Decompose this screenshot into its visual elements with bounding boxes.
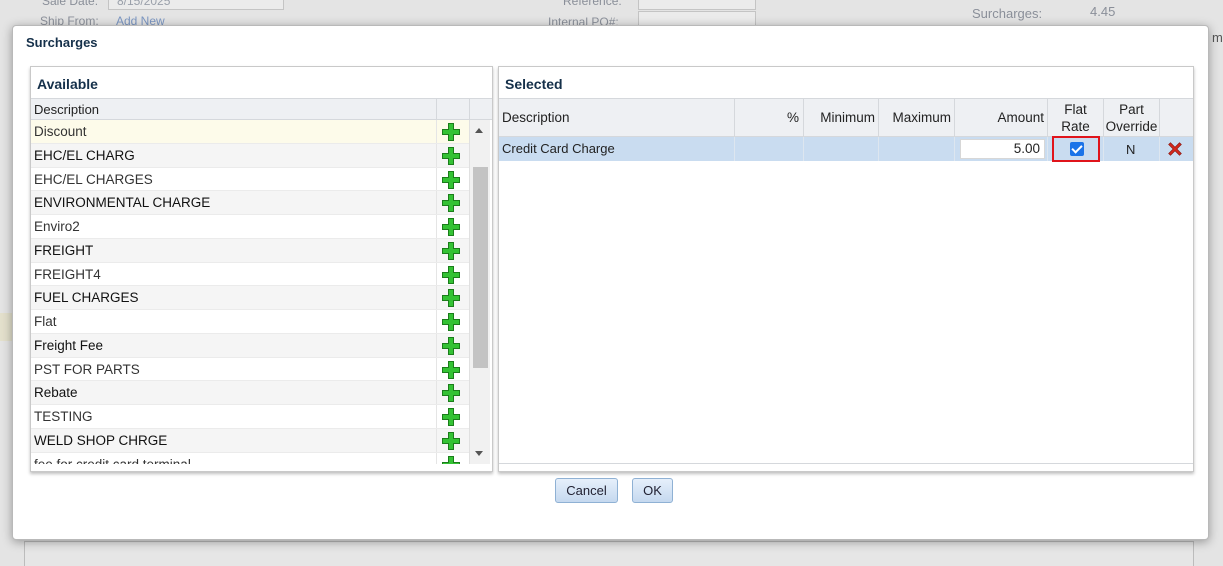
- available-list-item[interactable]: Discount: [31, 120, 469, 144]
- available-scrollbar[interactable]: [469, 120, 490, 464]
- add-plus-icon[interactable]: [441, 217, 461, 237]
- selected-row-description: Credit Card Charge: [502, 141, 615, 156]
- surcharges-dialog: Surcharges Available Description Discoun…: [12, 25, 1209, 540]
- available-list-item[interactable]: Rebate: [31, 381, 469, 405]
- delete-icon[interactable]: [1166, 140, 1184, 158]
- scrollbar-thumb[interactable]: [473, 167, 488, 368]
- available-panel-title: Available: [37, 76, 98, 92]
- available-column-description[interactable]: Description: [34, 102, 99, 117]
- available-list-item[interactable]: PST FOR PARTS: [31, 357, 469, 382]
- available-list-item[interactable]: WELD SHOP CHRGE: [31, 428, 469, 453]
- add-plus-icon[interactable]: [441, 241, 461, 261]
- add-plus-icon[interactable]: [441, 265, 461, 285]
- available-item-label: EHC/EL CHARGES: [34, 171, 153, 187]
- available-item-label: fee for credit card terminal: [34, 456, 191, 465]
- amount-input[interactable]: 5.00: [960, 139, 1045, 159]
- add-plus-icon[interactable]: [441, 193, 461, 213]
- add-plus-icon[interactable]: [441, 170, 461, 190]
- add-plus-icon[interactable]: [441, 336, 461, 356]
- column-amount[interactable]: Amount: [955, 99, 1048, 137]
- available-panel: Available Description Discount EHC/EL CHA…: [30, 66, 493, 472]
- available-item-label: Discount: [34, 124, 87, 139]
- column-delete: [1160, 99, 1193, 137]
- available-item-label: Flat: [34, 314, 57, 329]
- available-item-label: TESTING: [34, 409, 93, 424]
- add-plus-icon[interactable]: [441, 431, 461, 451]
- add-plus-icon[interactable]: [441, 122, 461, 142]
- selected-row[interactable]: Credit Card Charge 5.00 N: [499, 136, 1193, 162]
- column-percent[interactable]: %: [735, 99, 804, 137]
- column-part-override[interactable]: Part Override: [1104, 99, 1160, 137]
- available-item-label: ENVIRONMENTAL CHARGE: [34, 195, 211, 211]
- add-plus-icon[interactable]: [441, 360, 461, 380]
- flat-rate-highlight: [1052, 136, 1100, 162]
- add-plus-icon[interactable]: [441, 288, 461, 308]
- column-minimum[interactable]: Minimum: [804, 99, 879, 137]
- available-list-item[interactable]: Freight Fee: [31, 333, 469, 358]
- column-flat-rate[interactable]: Flat Rate: [1048, 99, 1104, 137]
- available-table-header: Description: [31, 98, 492, 120]
- available-item-label: EHC/EL CHARG: [34, 147, 135, 163]
- available-list-item[interactable]: ENVIRONMENTAL CHARGE: [31, 191, 469, 215]
- add-plus-icon[interactable]: [441, 455, 461, 465]
- scroll-down-arrow-icon[interactable]: [475, 451, 483, 456]
- add-plus-icon[interactable]: [441, 407, 461, 427]
- bg-sale-date-label: Sale Date:: [42, 0, 99, 8]
- ok-button[interactable]: OK: [632, 478, 673, 503]
- available-list-item[interactable]: Enviro2: [31, 215, 469, 239]
- flat-rate-checkbox[interactable]: [1070, 142, 1084, 156]
- bg-reference-field: [638, 0, 756, 10]
- available-item-label: PST FOR PARTS: [34, 361, 140, 377]
- available-item-label: FUEL CHARGES: [34, 290, 139, 306]
- selected-panel: Selected Description % Minimum Maximum A…: [498, 66, 1194, 472]
- selected-table-header: Description % Minimum Maximum Amount Fla…: [499, 98, 1193, 137]
- available-list-item[interactable]: FREIGHT4: [31, 262, 469, 287]
- scroll-up-arrow-icon[interactable]: [475, 128, 483, 133]
- dialog-title: Surcharges: [26, 35, 98, 50]
- bg-sale-date-field: 8/15/2025: [108, 0, 284, 10]
- column-description[interactable]: Description: [499, 99, 735, 137]
- selected-panel-title: Selected: [505, 76, 563, 92]
- add-plus-icon[interactable]: [441, 146, 461, 166]
- available-item-label: Enviro2: [34, 219, 80, 234]
- available-item-label: Freight Fee: [34, 337, 104, 353]
- bg-reference-label: Reference:: [563, 0, 622, 8]
- cancel-button[interactable]: Cancel: [555, 478, 618, 503]
- available-list-item[interactable]: fee for credit card terminal: [31, 452, 469, 465]
- selected-table-bottom-border: [499, 463, 1193, 464]
- available-item-label: FREIGHT: [34, 242, 94, 258]
- bg-surcharges-value: 4.45: [1090, 4, 1116, 19]
- available-list-item[interactable]: FUEL CHARGES: [31, 286, 469, 310]
- available-list-item[interactable]: Flat: [31, 310, 469, 334]
- add-plus-icon[interactable]: [441, 383, 461, 403]
- bg-right-edge-text: m: [1212, 30, 1223, 45]
- available-item-label: Rebate: [34, 385, 78, 401]
- available-item-label: FREIGHT4: [34, 266, 101, 282]
- available-list: Discount EHC/EL CHARG EHC/EL CHARGES ENVIRO…: [31, 120, 469, 464]
- available-list-item[interactable]: TESTING: [31, 405, 469, 429]
- column-maximum[interactable]: Maximum: [879, 99, 955, 137]
- part-override-value: N: [1126, 142, 1136, 157]
- available-list-item[interactable]: FREIGHT: [31, 238, 469, 263]
- available-item-label: WELD SHOP CHRGE: [34, 432, 168, 448]
- available-list-item[interactable]: EHC/EL CHARG: [31, 143, 469, 168]
- add-plus-icon[interactable]: [441, 312, 461, 332]
- bg-bottom-panel: [24, 541, 1194, 566]
- bg-surcharges-label: Surcharges:: [972, 6, 1043, 21]
- available-list-item[interactable]: EHC/EL CHARGES: [31, 167, 469, 192]
